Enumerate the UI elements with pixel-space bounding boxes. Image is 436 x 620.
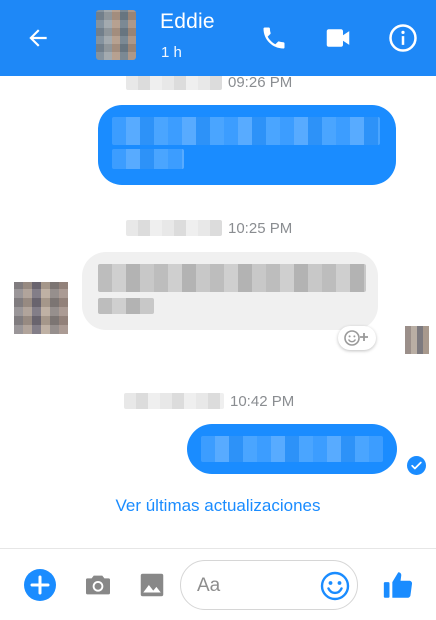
message-list[interactable]: 09:26 PM 10:25 PM 10:42 PM Ver últimas a… [0,76,436,548]
redacted-text [201,436,383,462]
redacted-text [98,298,154,314]
redacted-text [112,117,380,145]
read-receipt-avatar [405,326,429,354]
timestamp: 10:25 PM [126,218,292,238]
sender-avatar[interactable] [14,282,68,334]
conversation-info-button[interactable] [383,18,423,58]
conversation-header: Eddie 1 h [0,0,436,76]
plus-circle-icon [24,569,56,601]
video-camera-icon [326,29,350,47]
redacted-text [98,264,366,292]
message-input[interactable] [197,571,317,601]
smiley-icon [320,571,350,601]
thumbs-up-icon [383,572,413,598]
message-input-container [180,560,358,610]
phone-icon [263,27,285,49]
redacted-date [126,220,222,236]
redacted-date [126,76,222,90]
gallery-button[interactable] [134,567,170,603]
info-icon [389,24,417,52]
incoming-message-bubble[interactable] [82,252,378,330]
video-call-button[interactable] [318,18,358,58]
redacted-text [112,149,184,169]
back-button[interactable] [18,18,58,58]
see-latest-updates-link[interactable]: Ver últimas actualizaciones [0,496,436,516]
delivered-check-icon [407,456,426,475]
smiley-plus-icon [344,330,368,346]
add-reaction-button[interactable] [338,326,376,350]
image-icon [140,573,164,597]
timestamp: 09:26 PM [126,76,292,92]
contact-avatar[interactable] [96,10,136,60]
arrow-left-icon [29,29,47,47]
outgoing-message-bubble[interactable] [187,424,397,474]
camera-button[interactable] [80,567,116,603]
add-attachment-button[interactable] [22,567,58,603]
timestamp-time: 09:26 PM [228,76,293,91]
voice-call-button[interactable] [254,18,294,58]
like-button[interactable] [378,567,418,603]
redacted-date [124,393,224,409]
message-composer [0,548,436,620]
camera-icon [86,575,110,595]
emoji-button[interactable] [319,570,351,602]
timestamp-time: 10:25 PM [228,219,293,237]
timestamp-time: 10:42 PM [230,392,295,410]
last-active-status: 1 h [161,44,182,61]
contact-name[interactable]: Eddie [160,10,215,34]
outgoing-message-bubble[interactable] [98,105,396,185]
timestamp: 10:42 PM [124,391,294,411]
